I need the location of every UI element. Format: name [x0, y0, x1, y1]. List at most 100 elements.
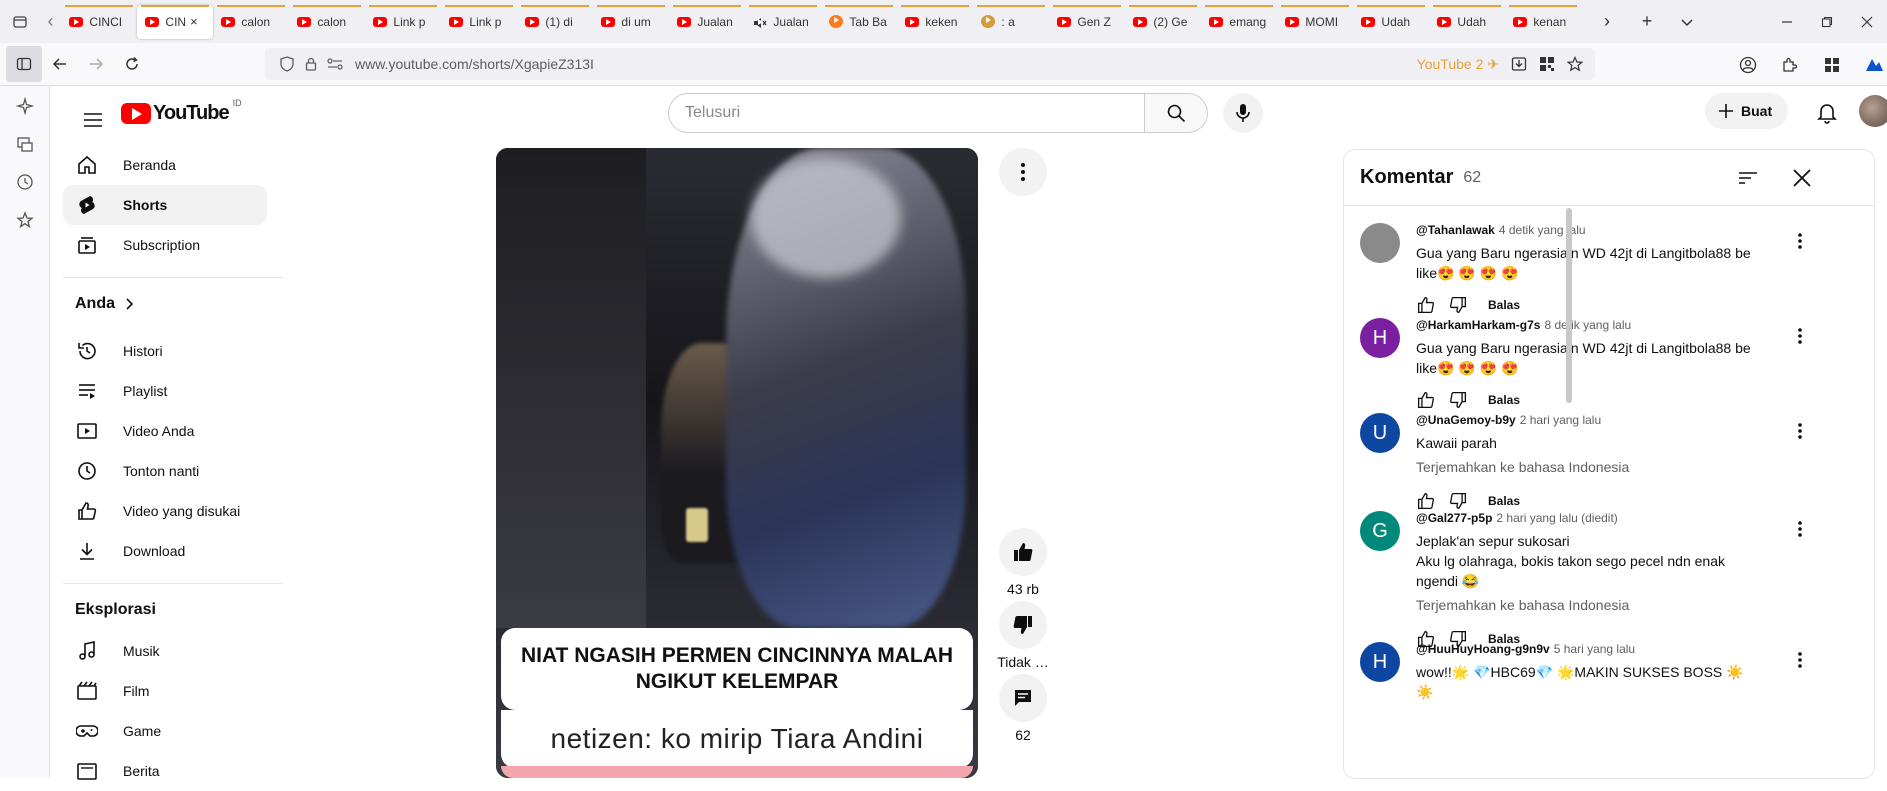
- comment-username[interactable]: @Tahanlawak: [1416, 223, 1495, 237]
- browser-tab[interactable]: Tab Ba: [821, 4, 897, 39]
- dislike-button[interactable]: [999, 601, 1047, 649]
- browser-tab[interactable]: calon: [289, 4, 365, 39]
- tab-scroll-left-icon[interactable]: ‹: [40, 0, 62, 43]
- extensions-icon[interactable]: [1772, 47, 1808, 83]
- close-comments-button[interactable]: [1784, 160, 1820, 196]
- comment-more-icon[interactable]: [1784, 415, 1816, 447]
- bookmark-star-icon[interactable]: [1567, 56, 1583, 72]
- restore-icon[interactable]: [1807, 0, 1847, 43]
- sidebar-item-musik[interactable]: Musik: [63, 631, 267, 671]
- history-sidebar-icon[interactable]: [15, 172, 35, 192]
- comment-time[interactable]: 4 detik yang lalu: [1499, 223, 1586, 237]
- download-icon[interactable]: [1511, 56, 1527, 72]
- browser-tab[interactable]: emang: [1201, 4, 1277, 39]
- close-tab-icon[interactable]: ×: [190, 14, 198, 29]
- browser-tab[interactable]: Link p: [441, 4, 517, 39]
- profile-jd-icon[interactable]: [1856, 47, 1887, 83]
- close-window-icon[interactable]: [1847, 0, 1887, 43]
- comment-time[interactable]: 5 hari yang lalu: [1554, 642, 1635, 656]
- comment-username[interactable]: @HarkamHarkam-g7s: [1416, 318, 1540, 332]
- browser-tab[interactable]: CINCI: [61, 4, 137, 39]
- translate-link[interactable]: Terjemahkan ke bahasa Indonesia: [1416, 459, 1629, 475]
- browser-tab[interactable]: Link p: [365, 4, 441, 39]
- browser-tab[interactable]: (1) di: [517, 4, 593, 39]
- comment-more-icon[interactable]: [1784, 225, 1816, 257]
- lock-icon[interactable]: [299, 57, 323, 71]
- comment-time[interactable]: 8 detik yang lalu: [1544, 318, 1631, 332]
- reload-icon[interactable]: [114, 46, 150, 82]
- apps-icon[interactable]: [1814, 47, 1850, 83]
- reply-button[interactable]: Balas: [1488, 393, 1520, 407]
- browser-tab[interactable]: Gen Z: [1049, 4, 1125, 39]
- browser-tab[interactable]: (2) Ge: [1125, 4, 1201, 39]
- shorts-video-player[interactable]: NIAT NGASIH PERMEN CINCINNYA MALAH NGIKU…: [496, 148, 978, 778]
- comment-like-icon[interactable]: [1410, 384, 1442, 416]
- sidebar-item-tonton-nanti[interactable]: Tonton nanti: [63, 451, 267, 491]
- browser-tab[interactable]: : a: [973, 4, 1049, 39]
- tab-list-dropdown-icon[interactable]: [1667, 0, 1707, 43]
- browser-tab[interactable]: calon: [213, 4, 289, 39]
- search-button[interactable]: [1144, 93, 1208, 133]
- tab-list-icon[interactable]: [0, 0, 40, 43]
- comment-avatar[interactable]: H: [1360, 642, 1400, 682]
- sidebar-section-anda[interactable]: Anda: [75, 295, 135, 313]
- sidebar-toggle-icon[interactable]: [6, 46, 42, 82]
- like-button[interactable]: [999, 528, 1047, 576]
- qr-code-icon[interactable]: [1539, 56, 1555, 72]
- search-input[interactable]: [668, 93, 1144, 133]
- browser-tab[interactable]: keken: [897, 4, 973, 39]
- comment-time[interactable]: 2 hari yang lalu (diedit): [1496, 511, 1617, 525]
- comment-more-icon[interactable]: [1784, 513, 1816, 545]
- account-icon[interactable]: [1730, 47, 1766, 83]
- create-button[interactable]: Buat: [1705, 93, 1789, 129]
- reply-button[interactable]: Balas: [1488, 494, 1520, 508]
- minimize-icon[interactable]: [1767, 0, 1807, 43]
- browser-tab[interactable]: Jualan: [669, 4, 745, 39]
- voice-search-button[interactable]: [1223, 93, 1263, 133]
- browser-tab[interactable]: Jualan: [745, 4, 821, 39]
- synced-tabs-icon[interactable]: [15, 134, 35, 154]
- comment-like-icon[interactable]: [1410, 289, 1442, 321]
- browser-tab[interactable]: kenan: [1505, 4, 1581, 39]
- sidebar-item-video-disukai[interactable]: Video yang disukai: [63, 491, 267, 531]
- browser-tab[interactable]: CIN ×: [137, 4, 214, 39]
- comment-author[interactable]: @HuuHuyHoang-g9n9v 5 hari yang lalu: [1416, 642, 1635, 656]
- browser-tab[interactable]: di um: [593, 4, 669, 39]
- shield-icon[interactable]: [275, 56, 299, 72]
- ai-chat-icon[interactable]: [15, 96, 35, 116]
- menu-icon[interactable]: [73, 100, 113, 140]
- sidebar-item-playlist[interactable]: Playlist: [63, 371, 267, 411]
- youtube-logo[interactable]: YouTube ID: [121, 98, 242, 125]
- browser-tab[interactable]: Udah: [1353, 4, 1429, 39]
- tab-scroll-right-icon[interactable]: ›: [1587, 0, 1627, 43]
- permissions-icon[interactable]: [323, 58, 347, 70]
- reply-button[interactable]: Balas: [1488, 298, 1520, 312]
- sidebar-item-beranda[interactable]: Beranda: [63, 145, 267, 185]
- translate-link[interactable]: Terjemahkan ke bahasa Indonesia: [1416, 597, 1629, 613]
- comment-dislike-icon[interactable]: [1442, 289, 1474, 321]
- sidebar-item-video-anda[interactable]: Video Anda: [63, 411, 267, 451]
- comment-avatar[interactable]: H: [1360, 318, 1400, 358]
- new-tab-icon[interactable]: +: [1627, 0, 1667, 43]
- sidebar-item-histori[interactable]: Histori: [63, 331, 267, 371]
- notifications-button[interactable]: [1807, 93, 1847, 133]
- comment-author[interactable]: @Tahanlawak 4 detik yang lalu: [1416, 223, 1586, 237]
- sidebar-item-berita[interactable]: Berita: [63, 751, 267, 791]
- comment-author[interactable]: @Gal277-p5p 2 hari yang lalu (diedit): [1416, 511, 1618, 525]
- bookmarks-sidebar-icon[interactable]: [15, 210, 35, 230]
- comments-scrollbar[interactable]: [1566, 208, 1572, 403]
- comment-username[interactable]: @HuuHuyHoang-g9n9v: [1416, 642, 1550, 656]
- sidebar-item-subscription[interactable]: Subscription: [63, 225, 267, 265]
- youtube-extension-badge[interactable]: YouTube 2 ✈: [1417, 56, 1499, 73]
- url-bar[interactable]: www.youtube.com/shorts/XgapieZ313I YouTu…: [265, 48, 1595, 80]
- sidebar-item-shorts[interactable]: Shorts: [63, 185, 267, 225]
- sidebar-item-film[interactable]: Film: [63, 671, 267, 711]
- comment-more-icon[interactable]: [1784, 320, 1816, 352]
- comment-avatar[interactable]: U: [1360, 413, 1400, 453]
- comment-avatar[interactable]: [1360, 223, 1400, 263]
- sort-button[interactable]: [1732, 162, 1764, 194]
- comment-time[interactable]: 2 hari yang lalu: [1520, 413, 1601, 427]
- comment-author[interactable]: @HarkamHarkam-g7s 8 detik yang lalu: [1416, 318, 1631, 332]
- comments-button[interactable]: [999, 674, 1047, 722]
- browser-tab[interactable]: Udah: [1429, 4, 1505, 39]
